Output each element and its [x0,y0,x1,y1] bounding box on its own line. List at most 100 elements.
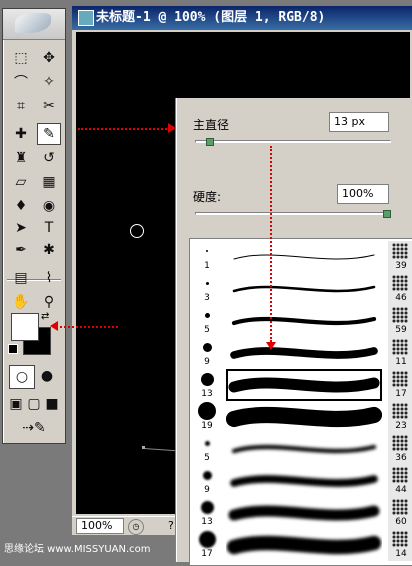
brush-texture-preset[interactable]: 59 [388,305,412,337]
foreground-color-swatch[interactable] [11,313,39,341]
brush-size-label: 17 [201,549,213,559]
status-info-text: ? [168,519,174,532]
quick-mask-mode-icon[interactable]: ● [35,365,59,387]
hardness-input[interactable]: 100% [337,184,389,204]
hardness-slider-handle[interactable] [383,210,391,218]
document-title-bar[interactable]: 未标题-1 @ 100% (图层 1, RGB/8) [72,6,412,30]
brush-size-label: 1 [204,261,210,271]
brush-texture-size-label: 59 [395,325,407,335]
path-segment [143,448,180,452]
status-menu-icon[interactable]: ◷ [128,519,144,535]
brush-texture-size-label: 23 [395,421,407,431]
eraser-tool-icon[interactable]: ▱ [9,171,33,193]
blur-tool-icon[interactable]: ♦ [9,195,33,217]
pen-tool-icon[interactable]: ✒ [9,239,33,261]
zoom-field[interactable]: 100% [76,518,124,534]
brush-texture-preset[interactable]: 39 [388,241,412,273]
brush-texture-preset[interactable]: 36 [388,433,412,465]
brush-texture-preset[interactable]: 23 [388,401,412,433]
brush-preset-row[interactable]: 5 59 [190,305,412,337]
master-diameter-slider-handle[interactable] [206,138,215,146]
brush-preset-row[interactable]: 5 36 [190,433,412,465]
document-icon [78,10,94,26]
watermark: 思缘论坛 www.MISSYUAN.com [4,544,151,555]
hand-tool-icon[interactable]: ✋ [9,291,33,313]
brush-tip-preview [202,342,212,352]
brush-texture-preset[interactable]: 17 [388,369,412,401]
brush-texture-icon [392,467,408,483]
brush-stroke-preview [226,497,382,529]
toolbox: ⇄ ○ ● ▣ ▢ ■ ⇢✎ ⬚ ✥ ⌒ ✧ ⌗ ✂ ✚ ✎ ♜ ↺ ▱ ▦ ♦ ◉ ➤ T ✒ ✱ ▤ ⌇ ✋ ⚲ [2,8,66,444]
brush-stroke-preview [226,241,382,273]
path-selection-tool-icon[interactable]: ➤ [9,217,33,239]
clone-stamp-tool-icon[interactable]: ♜ [9,147,33,169]
brush-stroke-preview [226,433,382,465]
healing-brush-tool-icon[interactable]: ✚ [9,123,33,145]
gradient-tool-icon[interactable]: ▦ [37,171,61,193]
brush-texture-size-label: 14 [395,549,407,559]
brush-texture-preset[interactable]: 46 [388,273,412,305]
brush-texture-size-label: 39 [395,261,407,271]
brush-tool-icon[interactable]: ✎ [37,123,61,145]
guide-arrow-down-line [270,146,272,342]
shape-tool-icon[interactable]: ✱ [37,239,61,261]
brush-texture-icon [392,307,408,323]
brush-size-label: 13 [201,517,213,527]
brush-preset-row[interactable]: 17 14 [190,529,412,561]
history-brush-tool-icon[interactable]: ↺ [37,147,61,169]
brush-stroke-preview [226,273,382,305]
brush-preset-row[interactable]: 19 23 [190,401,412,433]
brush-texture-size-label: 46 [395,293,407,303]
brush-preset-row[interactable]: 13 17 [190,369,412,401]
magic-wand-tool-icon[interactable]: ✧ [37,71,61,93]
guide-arrow-color-line [56,326,118,328]
dodge-tool-icon[interactable]: ◉ [37,195,61,217]
eyedropper-tool-icon[interactable]: ⌇ [37,267,61,289]
move-tool-icon[interactable]: ✥ [37,47,61,69]
brush-texture-icon [392,243,408,259]
hardness-label: 硬度: [193,190,222,204]
screen-mode-full-icon[interactable]: ■ [43,393,61,415]
photoshop-feather-icon[interactable] [15,13,51,33]
brush-texture-preset[interactable]: 11 [388,337,412,369]
slice-tool-icon[interactable]: ✂ [37,95,61,117]
brush-tip-preview [200,500,214,514]
guide-arrow-color-head [50,321,58,331]
document-title: 未标题-1 @ 100% (图层 1, RGB/8) [96,10,326,25]
guide-arrow-brush-head [168,123,176,133]
brush-cursor [130,224,144,238]
brush-tip-preview [204,312,210,318]
master-diameter-slider[interactable] [195,140,391,143]
lasso-tool-icon[interactable]: ⌒ [9,71,33,93]
brush-tip-preview [206,250,208,252]
brush-texture-icon [392,339,408,355]
default-colors-icon[interactable] [8,344,18,354]
brush-texture-preset[interactable]: 44 [388,465,412,497]
master-diameter-input[interactable]: 13 px [329,112,389,132]
brush-texture-preset[interactable]: 60 [388,497,412,529]
brush-texture-icon [392,531,408,547]
screen-mode-standard-icon[interactable]: ▣ [7,393,25,415]
brush-texture-size-label: 44 [395,485,407,495]
toolbox-header [3,9,65,40]
brush-preset-row[interactable]: 9 44 [190,465,412,497]
jump-to-imageready-icon[interactable]: ⇢✎ [9,417,59,439]
crop-tool-icon[interactable]: ⌗ [9,95,33,117]
screen-mode-full-menu-icon[interactable]: ▢ [25,393,43,415]
hardness-slider[interactable] [195,212,391,215]
brush-preset-row[interactable]: 13 60 [190,497,412,529]
brush-preset-row[interactable]: 9 11 [190,337,412,369]
guide-arrow-down-head [266,342,276,350]
brush-stroke-preview [226,401,382,433]
brush-tip-preview [202,470,212,480]
marquee-tool-icon[interactable]: ⬚ [9,47,33,69]
type-tool-icon[interactable]: T [37,217,61,239]
notes-tool-icon[interactable]: ▤ [9,267,33,289]
brush-texture-icon [392,275,408,291]
brush-texture-preset[interactable]: 14 [388,529,412,561]
zoom-tool-icon[interactable]: ⚲ [37,291,61,313]
brush-preset-row[interactable]: 1 39 [190,241,412,273]
brush-size-label: 19 [201,421,213,431]
standard-mode-icon[interactable]: ○ [9,365,35,389]
brush-preset-row[interactable]: 3 46 [190,273,412,305]
